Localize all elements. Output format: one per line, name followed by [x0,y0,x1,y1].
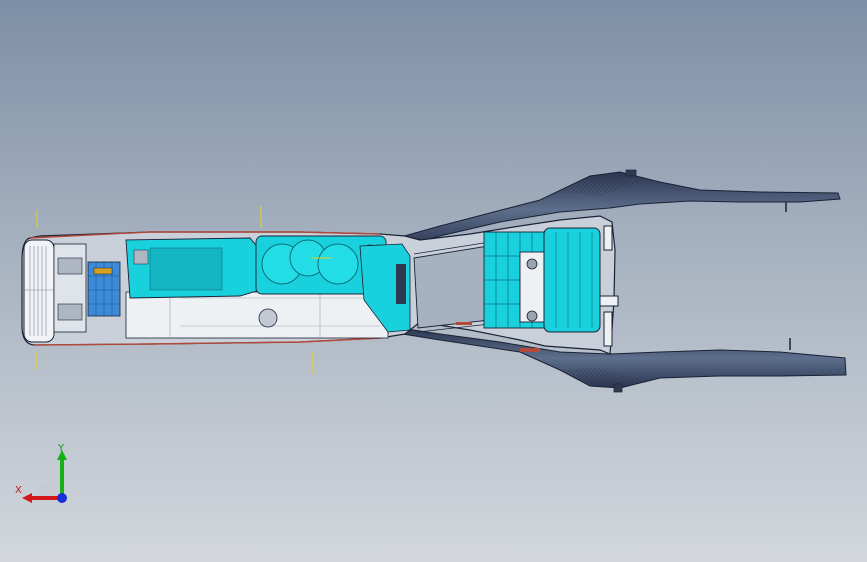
y-axis-label: Y [58,443,65,454]
z-axis-dot [57,493,67,503]
cupholder-right [317,243,359,285]
x-axis-label: X [15,485,22,496]
storage-bin-tab [133,249,149,265]
center-cavity [413,245,491,329]
tray-hole [258,308,278,328]
cad-viewport[interactable]: X Y [0,0,867,562]
hinge-bolt-top [526,258,538,270]
armrest-lid [543,227,601,333]
switch-top [57,257,83,275]
orientation-triad[interactable]: X Y [12,440,76,510]
upper-wing-clip [625,169,637,177]
storage-bin-insert [149,247,223,291]
white-tray [125,291,389,339]
console-model[interactable] [0,0,867,562]
switch-bottom [57,303,83,321]
lower-wing-clip [613,383,623,393]
front-bezel [23,239,55,343]
hinge-bolt-bottom [526,310,538,322]
red-accent-2 [456,322,472,325]
triad-svg [22,450,67,503]
red-accent-1 [520,348,540,352]
x-axis-head [22,493,32,503]
bracket-stripe [396,264,406,304]
orange-connector [93,267,113,275]
